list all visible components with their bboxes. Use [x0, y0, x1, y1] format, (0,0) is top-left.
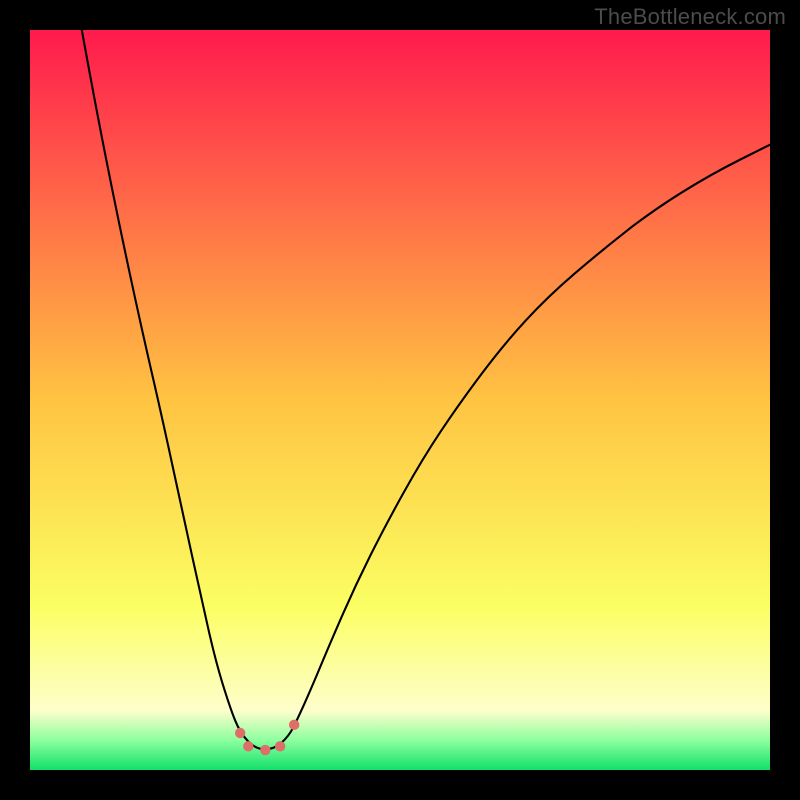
curve-marker — [243, 741, 253, 751]
curve-marker — [275, 741, 285, 751]
watermark-text: TheBottleneck.com — [594, 4, 786, 30]
bottleneck-plot — [30, 30, 770, 770]
chart-canvas — [30, 30, 770, 770]
figure-frame: TheBottleneck.com — [0, 0, 800, 800]
curve-marker — [235, 728, 245, 738]
curve-marker — [289, 720, 299, 730]
gradient-background — [30, 30, 770, 770]
curve-marker — [260, 745, 270, 755]
